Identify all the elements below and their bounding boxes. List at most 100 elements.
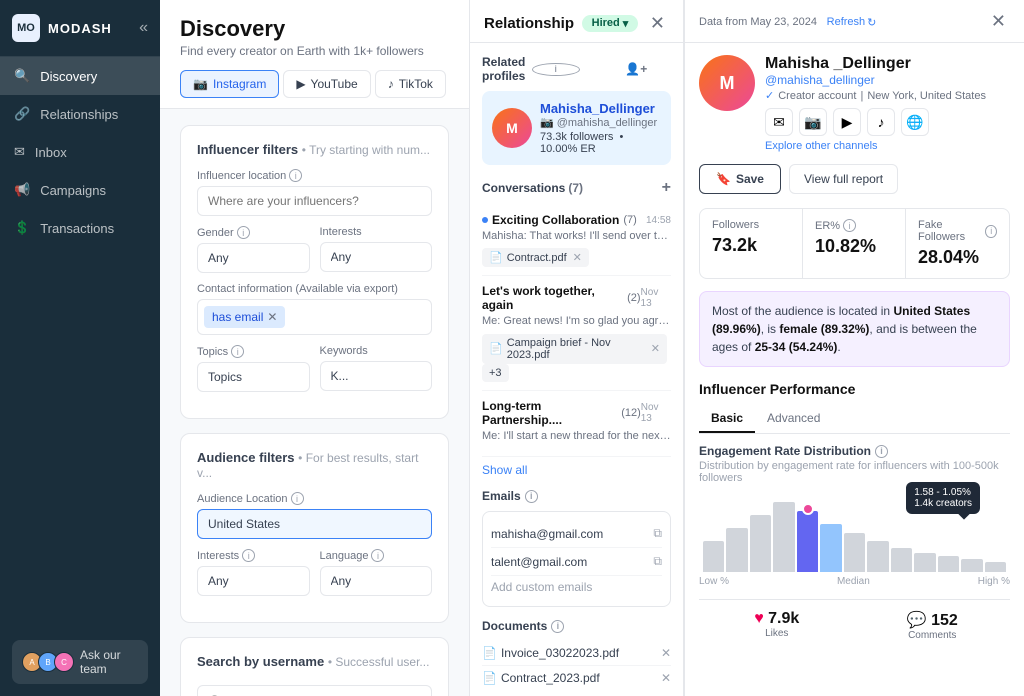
location-label: Influencer location i bbox=[197, 169, 432, 182]
profile-card[interactable]: M Mahisha_Dellinger 📷 @mahisha_dellinger… bbox=[482, 91, 671, 165]
sidebar-item-campaigns[interactable]: 📢 Campaigns bbox=[0, 171, 160, 209]
chart-labels: Low % Median High % bbox=[699, 576, 1010, 587]
location-info-icon[interactable]: i bbox=[289, 169, 302, 182]
campaigns-icon: 📢 bbox=[14, 182, 30, 198]
chart-bar bbox=[726, 528, 747, 572]
comments-label: Comments bbox=[855, 630, 1011, 641]
conv-attachments: 📄 Campaign brief - Nov 2023.pdf ✕ +3 bbox=[482, 334, 671, 382]
conv-title: Let's work together, again (2) bbox=[482, 284, 641, 312]
audience-location-info-icon[interactable]: i bbox=[291, 492, 304, 505]
tab-instagram[interactable]: 📷 Instagram bbox=[180, 70, 279, 98]
audience-interests-info-icon[interactable]: i bbox=[242, 549, 255, 562]
youtube-channel-icon[interactable]: ▶ bbox=[833, 108, 861, 136]
topics-select[interactable]: Topics bbox=[197, 362, 310, 392]
emails-info-icon[interactable]: i bbox=[525, 490, 538, 503]
language-select[interactable]: Any bbox=[320, 566, 433, 596]
sidebar-item-transactions[interactable]: 💲 Transactions bbox=[0, 209, 160, 247]
right-panel: Data from May 23, 2024 Refresh ↻ ✕ M Mah… bbox=[684, 0, 1024, 696]
globe-channel-icon[interactable]: 🌐 bbox=[901, 108, 929, 136]
conversation-item[interactable]: Let's work together, again (2) Nov 13 Me… bbox=[482, 276, 671, 390]
save-button[interactable]: 🔖 Save bbox=[699, 164, 781, 194]
influencer-channels: ✉ 📷 ▶ ♪ 🌐 bbox=[765, 108, 1010, 136]
gender-select[interactable]: Any bbox=[197, 243, 310, 273]
avatar: M bbox=[699, 55, 755, 111]
conv-preview: Me: Great news! I'm so glad you agree th… bbox=[482, 314, 671, 329]
attachment-remove-icon[interactable]: ✕ bbox=[651, 342, 660, 355]
refresh-button[interactable]: Refresh ↻ bbox=[827, 16, 877, 29]
topics-info-icon[interactable]: i bbox=[231, 345, 244, 358]
sidebar-item-inbox[interactable]: ✉ Inbox bbox=[0, 133, 160, 171]
sidebar-item-discovery[interactable]: 🔍 Discovery bbox=[0, 57, 160, 95]
tooltip-value: 1.58 - 1.05% bbox=[914, 487, 972, 498]
contact-tag[interactable]: has email ✕ bbox=[204, 306, 285, 328]
ask-team-button[interactable]: A B C Ask our team bbox=[12, 640, 148, 684]
tiktok-channel-icon[interactable]: ♪ bbox=[867, 108, 895, 136]
chart-bar bbox=[891, 548, 912, 573]
profile-handle: 📷 @mahisha_dellinger bbox=[540, 116, 661, 129]
stats-grid: Followers 73.2k ER% i 10.82% Fake Follow… bbox=[699, 208, 1010, 279]
email-channel-icon[interactable]: ✉ bbox=[765, 108, 793, 136]
action-buttons: 🔖 Save View full report bbox=[699, 164, 1010, 194]
conv-time: Nov 13 bbox=[641, 287, 671, 309]
audience-interests-select[interactable]: Any bbox=[197, 566, 310, 596]
fake-info-icon[interactable]: i bbox=[985, 225, 997, 238]
tab-basic[interactable]: Basic bbox=[699, 405, 755, 433]
tab-youtube[interactable]: ▶ YouTube bbox=[283, 70, 370, 98]
email-box: mahisha@gmail.com ⧉ talent@gmail.com ⧉ A… bbox=[482, 511, 671, 607]
conversation-item[interactable]: Exciting Collaboration (7) 14:58 Mahisha… bbox=[482, 205, 671, 276]
influencer-details: Mahisha _Dellinger @mahisha_dellinger ✓ … bbox=[765, 55, 1010, 152]
copy-email-icon[interactable]: ⧉ bbox=[653, 554, 662, 569]
add-email-button[interactable]: Add custom emails bbox=[491, 576, 662, 598]
document-remove-icon[interactable]: ✕ bbox=[661, 671, 671, 685]
comments-stat: 💬 152 Comments bbox=[855, 610, 1011, 641]
panel-close-button[interactable]: ✕ bbox=[646, 14, 669, 32]
sidebar-toggle-icon[interactable]: « bbox=[139, 19, 148, 37]
show-all-button[interactable]: Show all bbox=[482, 463, 671, 477]
tab-label: Instagram bbox=[213, 77, 266, 91]
email-item: talent@gmail.com ⧉ bbox=[491, 548, 662, 576]
interests-select[interactable]: Any bbox=[320, 242, 433, 272]
topics-filter: Topics i Topics bbox=[197, 345, 310, 392]
right-panel-close-button[interactable]: ✕ bbox=[987, 12, 1010, 30]
add-conversation-icon[interactable]: + bbox=[662, 179, 671, 197]
document-remove-icon[interactable]: ✕ bbox=[661, 646, 671, 660]
chart-bar bbox=[914, 553, 935, 572]
status-badge[interactable]: Hired ▾ bbox=[582, 15, 639, 32]
followers-label: Followers bbox=[712, 219, 790, 231]
chart-info-icon[interactable]: i bbox=[875, 445, 888, 458]
bookmark-icon: 🔖 bbox=[716, 172, 731, 186]
data-date: Data from May 23, 2024 Refresh ↻ bbox=[699, 13, 876, 29]
related-profiles-info-icon[interactable]: i bbox=[532, 63, 580, 76]
instagram-channel-icon[interactable]: 📷 bbox=[799, 108, 827, 136]
chart-bar bbox=[938, 556, 959, 572]
explore-channels-link[interactable]: Explore other channels bbox=[765, 140, 1010, 152]
search-username-title: Search by username • Successful user... bbox=[197, 654, 432, 669]
keywords-input[interactable] bbox=[320, 361, 433, 391]
documents-info-icon[interactable]: i bbox=[551, 620, 564, 633]
conv-title: Exciting Collaboration (7) bbox=[482, 213, 637, 227]
team-avatars: A B C bbox=[22, 652, 74, 672]
sidebar-item-relationships[interactable]: 🔗 Relationships bbox=[0, 95, 160, 133]
conversation-item[interactable]: Long-term Partnership.... (12) Nov 13 Me… bbox=[482, 391, 671, 457]
panel-header: Relationship Hired ▾ ✕ bbox=[470, 0, 683, 43]
instagram-icon: 📷 bbox=[193, 77, 208, 91]
gender-info-icon[interactable]: i bbox=[237, 226, 250, 239]
language-info-icon[interactable]: i bbox=[371, 549, 384, 562]
tag-remove-icon[interactable]: ✕ bbox=[267, 310, 277, 324]
chart-title: Engagement Rate Distribution i bbox=[699, 444, 1010, 458]
audience-location-input[interactable] bbox=[197, 509, 432, 539]
copy-email-icon[interactable]: ⧉ bbox=[653, 526, 662, 541]
inbox-icon: ✉ bbox=[14, 144, 25, 160]
username-input[interactable] bbox=[197, 685, 432, 696]
view-report-button[interactable]: View full report bbox=[789, 164, 898, 194]
er-info-icon[interactable]: i bbox=[843, 219, 856, 232]
influencer-profile: M Mahisha _Dellinger @mahisha_dellinger … bbox=[699, 55, 1010, 152]
add-profile-icon[interactable]: 👤+ bbox=[625, 62, 671, 76]
chart-bar bbox=[844, 533, 865, 572]
tab-tiktok[interactable]: ♪ TikTok bbox=[375, 70, 446, 98]
gender-filter: Gender i Any bbox=[197, 226, 310, 273]
fake-value: 28.04% bbox=[918, 247, 997, 268]
location-input[interactable] bbox=[197, 186, 432, 216]
tab-advanced[interactable]: Advanced bbox=[755, 405, 832, 433]
attachment-remove-icon[interactable]: ✕ bbox=[573, 251, 582, 264]
